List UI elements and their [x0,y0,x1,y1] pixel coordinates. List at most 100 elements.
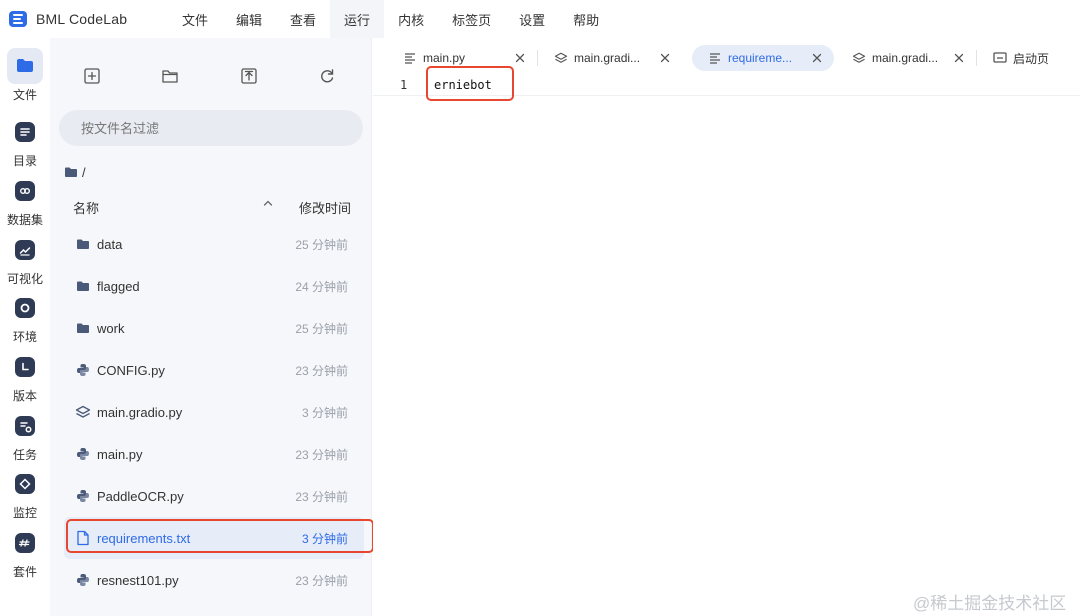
file-row-flagged[interactable]: flagged 24 分钟前 [64,265,364,307]
layers-icon [554,51,568,65]
file-name: resnest101.py [97,572,179,588]
menu-settings[interactable]: 设置 [505,0,559,38]
file-row-paddleocr-py[interactable]: PaddleOCR.py 23 分钟前 [64,475,364,517]
launcher-icon [993,51,1007,65]
file-modified-time: 23 分钟前 [295,489,348,504]
tab-launcher[interactable]: 启动页 [981,45,1073,71]
file-modified-time: 23 分钟前 [295,573,348,588]
rail-label: 环境 [12,330,37,344]
tab-label: main.py [423,51,466,65]
file-name: requirements.txt [97,530,191,546]
editor-area: main.py main.gradi... requireme... main.… [373,38,1080,616]
code-editor[interactable]: 1 erniebot [373,78,1080,616]
rail-item-visualize[interactable]: 可视化 [0,232,50,287]
clock-icon [22,362,29,371]
folder-icon [75,320,91,336]
python-file-icon [75,572,91,588]
file-toolbar [50,62,372,90]
suite-icon [18,539,30,547]
menu-file[interactable]: 文件 [168,0,222,38]
tab-divider [537,50,538,66]
code-text[interactable]: erniebot [434,78,492,92]
file-filter-input[interactable] [59,110,363,146]
python-file-icon [75,362,91,378]
gradio-file-icon [75,404,91,420]
folder-icon [75,278,91,294]
tab-label: requireme... [728,51,793,65]
tab-divider [976,50,977,66]
rail-item-task[interactable]: 任务 [0,408,50,463]
refresh-button[interactable] [313,62,341,90]
tab-label: main.gradi... [574,51,641,65]
rail-item-version[interactable]: 版本 [0,349,50,404]
upload-button[interactable] [235,62,263,90]
rail-label: 版本 [12,389,37,403]
file-row-requirements-txt[interactable]: requirements.txt 3 分钟前 [64,517,364,559]
menu-run[interactable]: 运行 [330,0,385,38]
file-row-config-py[interactable]: CONFIG.py 23 分钟前 [64,349,364,391]
file-row-work[interactable]: work 25 分钟前 [64,307,364,349]
tab-main-gradio-1[interactable]: main.gradi... [542,45,682,71]
tab-main-gradio-2[interactable]: main.gradi... [840,45,976,71]
column-name-header[interactable]: 名称 [73,198,99,217]
sort-ascending-icon[interactable] [262,197,274,212]
text-file-icon [75,530,91,546]
new-folder-button[interactable] [156,62,184,90]
close-icon[interactable] [513,51,527,65]
file-filter [59,110,363,146]
file-row-main-gradio-py[interactable]: main.gradio.py 3 分钟前 [64,391,364,433]
monitor-icon [19,478,31,490]
rail-label: 文件 [12,88,37,102]
tab-requirements[interactable]: requireme... [692,45,834,71]
file-modified-time: 3 分钟前 [301,531,348,546]
rail-item-suite[interactable]: 套件 [0,525,50,580]
rail-label: 套件 [12,565,37,579]
column-modified-header[interactable]: 修改时间 [299,198,351,217]
brand: BML CodeLab [0,0,168,38]
file-row-main-py[interactable]: main.py 23 分钟前 [64,433,364,475]
tab-bar: main.py main.gradi... requireme... main.… [373,38,1080,78]
codelab-logo-icon [9,11,27,27]
close-icon[interactable] [952,51,966,65]
tab-label: main.gradi... [872,51,939,65]
lines-icon [708,51,722,65]
rail-item-monitor[interactable]: 监控 [0,466,50,521]
watermark: @稀土掘金技术社区 [913,594,1067,613]
close-icon[interactable] [658,51,672,65]
rail-item-environment[interactable]: 环境 [0,290,50,345]
menu-kernel[interactable]: 内核 [384,0,438,38]
rail-item-files[interactable]: 文件 [0,48,50,103]
new-file-button[interactable] [78,62,106,90]
file-modified-time: 23 分钟前 [295,447,348,462]
tab-main-py[interactable]: main.py [391,45,537,71]
file-row-data[interactable]: data 25 分钟前 [64,223,364,265]
menu-view[interactable]: 查看 [276,0,330,38]
folder-icon [65,167,77,177]
rail-label: 可视化 [6,272,43,286]
layers-icon [852,51,866,65]
file-modified-time: 25 分钟前 [295,321,348,336]
file-row-resnest101-py[interactable]: resnest101.py 23 分钟前 [64,559,364,601]
file-modified-time: 3 分钟前 [301,405,348,420]
close-icon[interactable] [810,51,824,65]
folder-icon [17,59,33,72]
menu-edit[interactable]: 编辑 [222,0,276,38]
breadcrumb[interactable]: / [64,162,86,182]
app-name: BML CodeLab [36,11,128,27]
folder-icon [75,236,91,252]
rail-item-toc[interactable]: 目录 [0,114,50,169]
rail-item-dataset[interactable]: 数据集 [0,173,50,228]
rail-label: 目录 [12,154,37,168]
file-name: flagged [97,278,140,294]
code-line: 1 erniebot [373,78,1080,96]
file-modified-time: 25 分钟前 [295,237,348,252]
chart-icon [19,247,31,256]
python-file-icon [75,488,91,504]
rail-label: 任务 [12,448,37,462]
lines-icon [403,51,417,65]
rail-label: 数据集 [6,213,43,227]
menu-tabs[interactable]: 标签页 [438,0,505,38]
refresh-icon [321,69,334,83]
menu-help[interactable]: 帮助 [559,0,613,38]
file-name: main.py [97,446,143,462]
